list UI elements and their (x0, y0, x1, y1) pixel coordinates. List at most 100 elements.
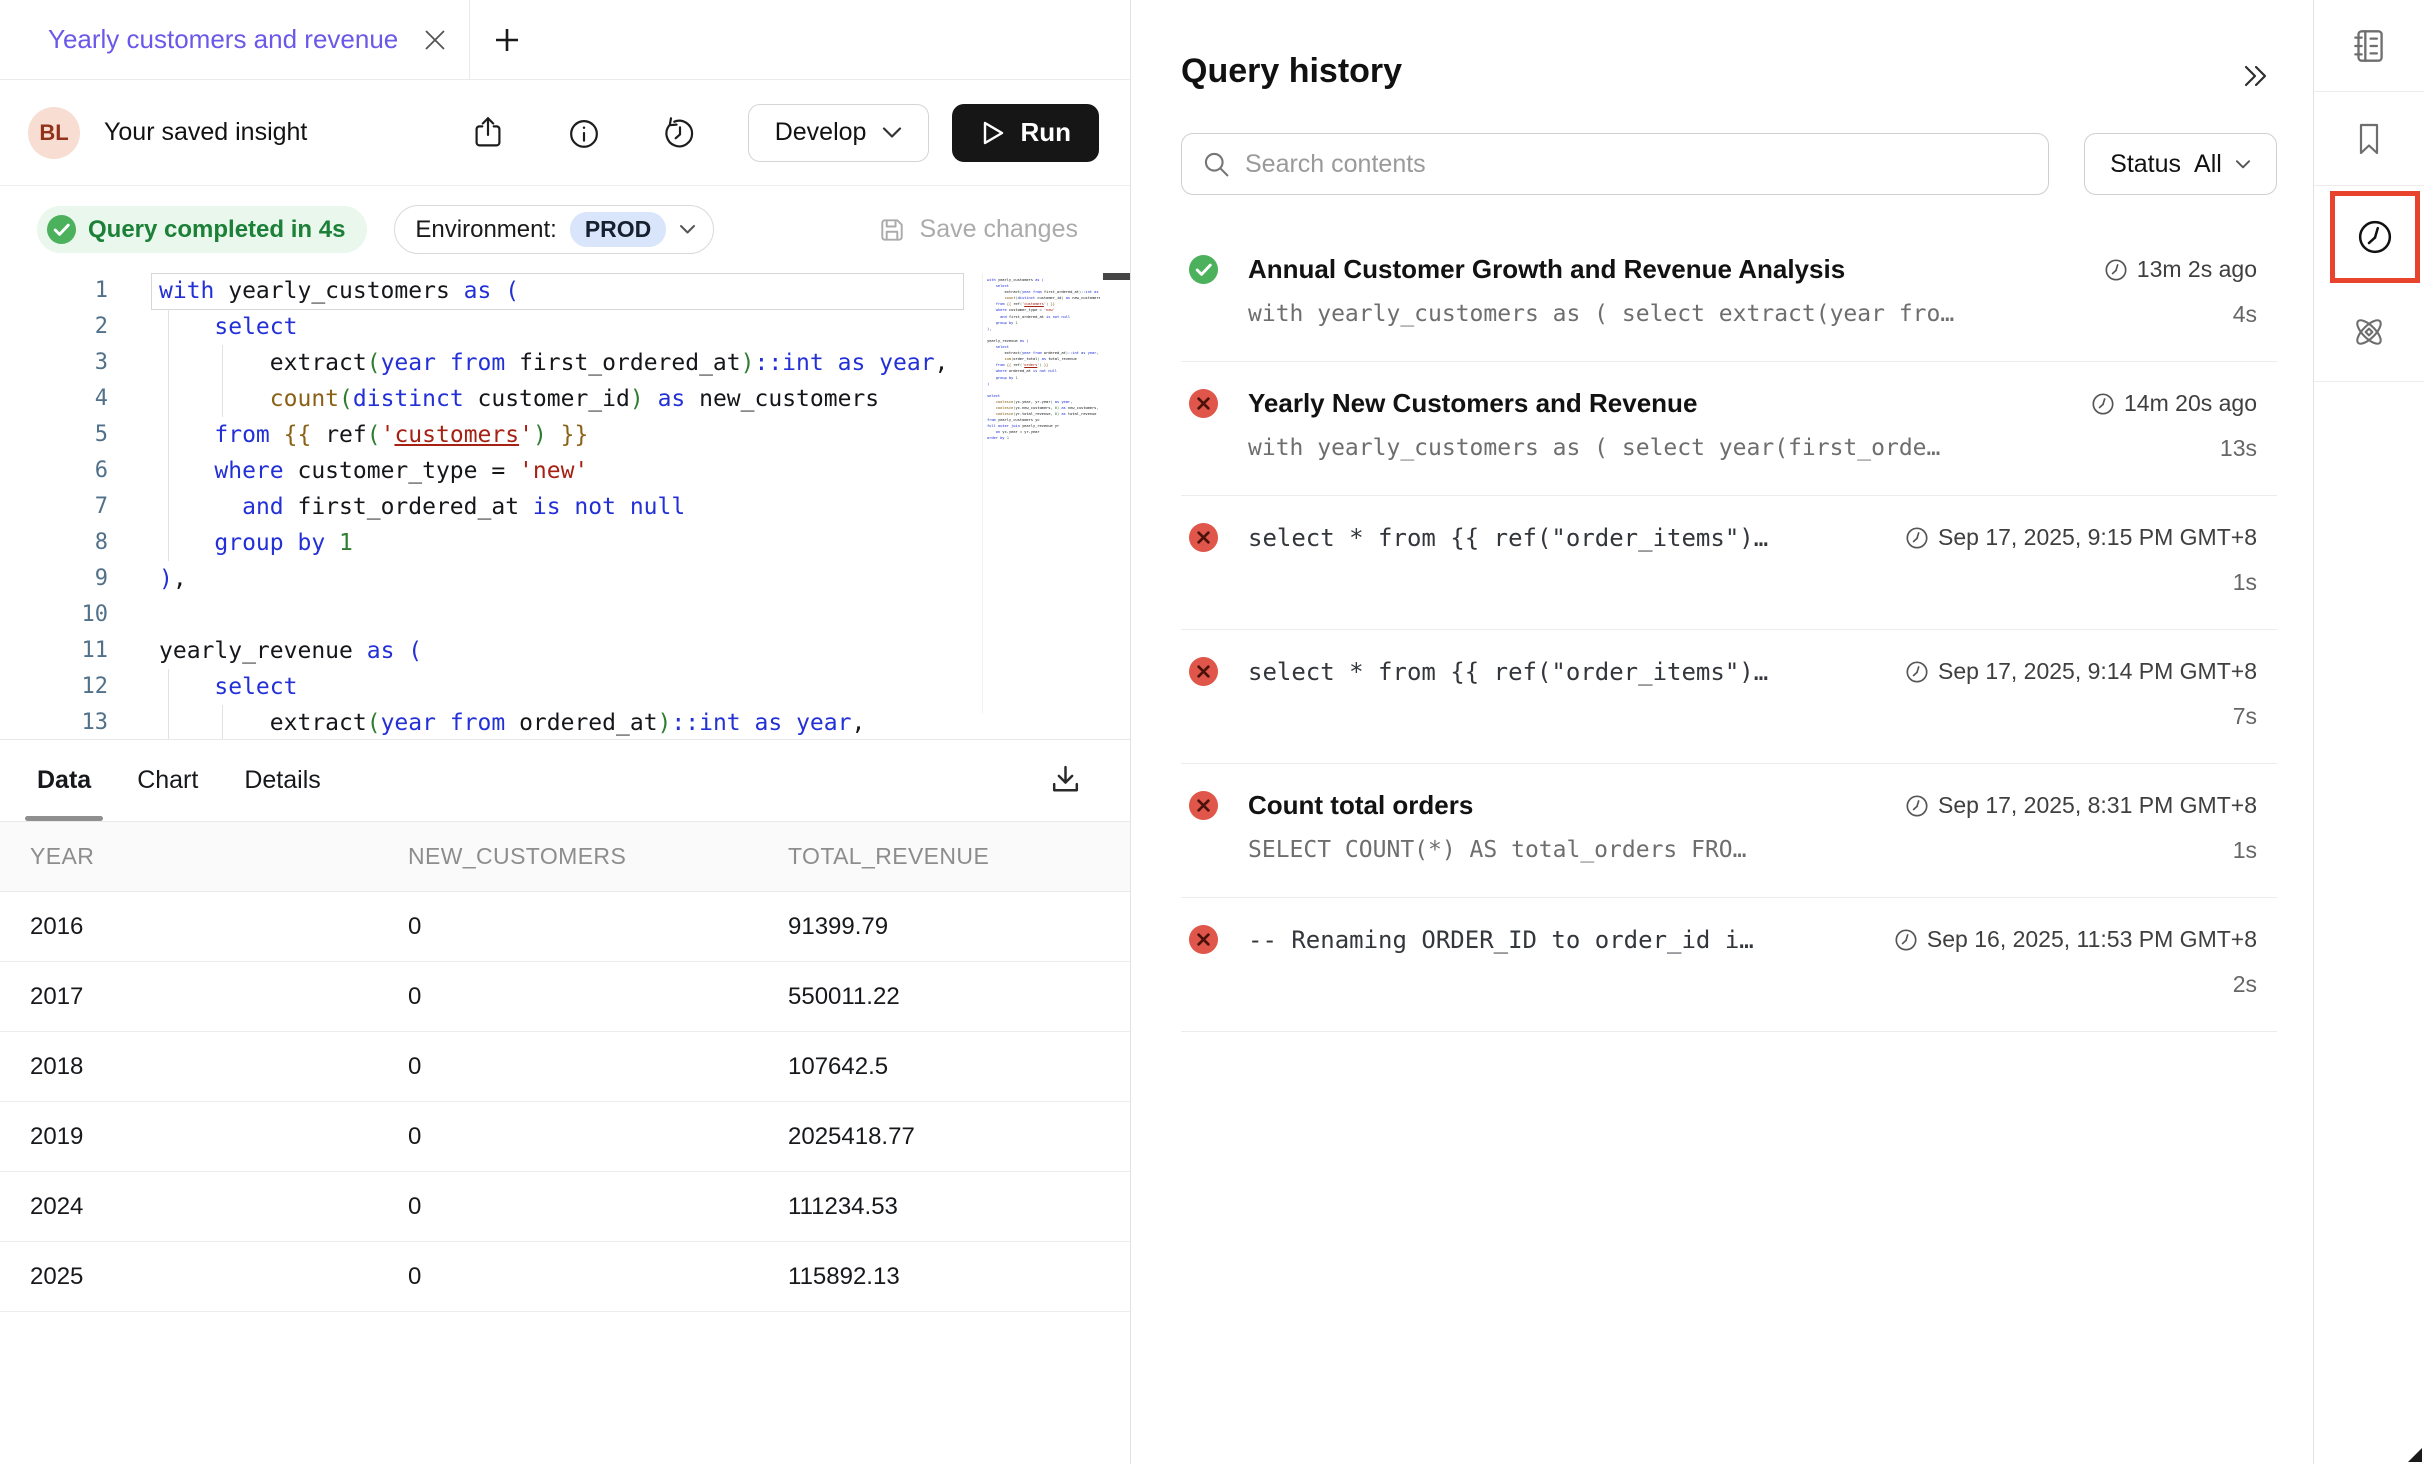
history-item[interactable]: Yearly New Customers and Revenue 14m 20s … (1181, 362, 2277, 496)
table-row[interactable]: 2016091399.79 (0, 892, 1130, 962)
table-cell: 0 (408, 1263, 788, 1291)
environment-value-chip: PROD (570, 212, 666, 247)
share-button[interactable] (466, 111, 510, 155)
table-cell: 0 (408, 913, 788, 941)
indent-guide (168, 345, 169, 381)
error-status-icon (1188, 388, 1219, 419)
code-line[interactable]: and first_ordered_at is not null (0, 489, 980, 525)
code-area[interactable]: with yearly_customers as ( select extrac… (0, 273, 980, 739)
chevron-down-icon (882, 126, 902, 139)
rail-item-dbt[interactable] (2314, 283, 2424, 382)
query-status-text: Query completed in 4s (88, 216, 345, 244)
history-item[interactable]: -- Renaming ORDER_ID to order_id i…Sep 1… (1181, 898, 2277, 1032)
save-icon (877, 215, 907, 245)
info-icon (565, 114, 603, 152)
table-cell: 2019 (30, 1123, 408, 1151)
table-cell: 550011.22 (788, 983, 1130, 1011)
code-line[interactable]: yearly_revenue as ( (0, 633, 980, 669)
history-item-title: Annual Customer Growth and Revenue Analy… (1248, 254, 2084, 285)
plus-icon (491, 24, 523, 56)
error-status-icon (1188, 522, 1219, 553)
code-line[interactable]: where customer_type = 'new' (0, 453, 980, 489)
indent-guide (222, 705, 223, 739)
status-filter-value: All (2194, 150, 2222, 179)
history-item-query-preview: SELECT COUNT(*) AS total_orders FRO… (1248, 837, 2213, 864)
search-input[interactable] (1245, 150, 2048, 179)
table-row[interactable]: 20170550011.22 (0, 962, 1130, 1032)
results-tab-details[interactable]: Details (244, 740, 320, 821)
tab-yearly-customers-and-revenue[interactable]: Yearly customers and revenue (0, 0, 470, 79)
table-cell: 0 (408, 1123, 788, 1151)
rail-item-bookmarks[interactable] (2314, 92, 2424, 186)
table-cell: 2018 (30, 1053, 408, 1081)
bookmark-icon (2349, 118, 2389, 160)
table-row[interactable]: 20240111234.53 (0, 1172, 1130, 1242)
status-row: Query completed in 4s Environment: PROD … (0, 186, 1130, 273)
history-list: Annual Customer Growth and Revenue Analy… (1181, 228, 2277, 1032)
download-results-button[interactable] (1047, 740, 1084, 821)
rail-item-notebook[interactable] (2314, 0, 2424, 92)
column-header: YEAR (30, 843, 408, 870)
history-item[interactable]: Annual Customer Growth and Revenue Analy… (1181, 228, 2277, 362)
code-line[interactable]: from {{ ref('customers') }} (0, 417, 980, 453)
history-item-duration: 2s (2233, 971, 2257, 998)
history-item-title: Yearly New Customers and Revenue (1248, 388, 2071, 419)
history-item-time: Sep 16, 2025, 11:53 PM GMT+8 (1894, 926, 2257, 953)
status-filter-dropdown[interactable]: Status All (2084, 133, 2277, 195)
history-icon (661, 114, 699, 152)
run-button[interactable]: Run (952, 104, 1099, 162)
indent-guide (168, 417, 169, 453)
table-row[interactable]: 20250115892.13 (0, 1242, 1130, 1312)
chevron-down-icon (2235, 159, 2251, 170)
code-line[interactable]: with yearly_customers as ( (0, 273, 980, 309)
sql-editor[interactable]: 1234567891011121314151617181920212223242… (0, 273, 1130, 739)
info-button[interactable] (562, 111, 606, 155)
table-cell: 91399.79 (788, 913, 1130, 941)
indent-guide (168, 525, 169, 561)
collapse-panel-button[interactable] (2233, 56, 2277, 96)
save-changes-button[interactable]: Save changes (877, 215, 1078, 245)
success-status-icon (1188, 254, 1219, 285)
history-item-title: Count total orders (1248, 790, 1885, 821)
status-filter-label: Status (2110, 150, 2181, 179)
search-field[interactable] (1181, 133, 2049, 195)
code-line[interactable] (0, 597, 980, 633)
dbt-logo-icon (2346, 309, 2392, 355)
history-item-time: 14m 20s ago (2091, 390, 2257, 417)
history-item[interactable]: Count total ordersSep 17, 2025, 8:31 PM … (1181, 764, 2277, 898)
results-tab-chart[interactable]: Chart (137, 740, 198, 821)
code-line[interactable]: select (0, 669, 980, 705)
develop-dropdown[interactable]: Develop (748, 104, 930, 162)
editor-scrollbar[interactable] (1103, 273, 1130, 280)
history-item-query-preview (1248, 703, 2213, 730)
results-tab-data[interactable]: Data (37, 740, 91, 821)
history-item[interactable]: select * from {{ ref("order_items")…Sep … (1181, 630, 2277, 764)
code-line[interactable]: count(distinct customer_id) as new_custo… (0, 381, 980, 417)
table-body: 2016091399.7920170550011.2220180107642.5… (0, 892, 1130, 1312)
code-line[interactable]: select (0, 309, 980, 345)
column-header: NEW_CUSTOMERS (408, 843, 788, 870)
history-item-query-preview: with yearly_customers as ( select year(f… (1248, 435, 2200, 462)
query-history-panel: Query history Status All (1132, 0, 2313, 1464)
close-icon[interactable] (422, 27, 448, 53)
environment-dropdown[interactable]: Environment: PROD (394, 205, 714, 254)
new-tab-button[interactable] (470, 0, 544, 79)
history-item[interactable]: select * from {{ ref("order_items")…Sep … (1181, 496, 2277, 630)
table-row[interactable]: 201902025418.77 (0, 1102, 1130, 1172)
highlight-box (2330, 191, 2420, 283)
results-tabs: Data Chart Details (0, 740, 1130, 821)
environment-label: Environment: (415, 216, 556, 244)
rail-item-query-history[interactable] (2314, 186, 2424, 283)
indent-guide (168, 453, 169, 489)
clock-icon (1905, 794, 1929, 818)
history-item-title: select * from {{ ref("order_items")… (1248, 524, 1885, 552)
version-history-button[interactable] (658, 111, 702, 155)
code-line[interactable]: group by 1 (0, 525, 980, 561)
code-line[interactable]: extract(year from first_ordered_at)::int… (0, 345, 980, 381)
error-status-icon (1188, 656, 1219, 687)
editor-minimap[interactable]: with yearly_customers as ( select extrac… (982, 273, 1100, 713)
share-icon (469, 114, 507, 152)
code-line[interactable]: ), (0, 561, 980, 597)
table-row[interactable]: 20180107642.5 (0, 1032, 1130, 1102)
code-line[interactable]: extract(year from ordered_at)::int as ye… (0, 705, 980, 739)
